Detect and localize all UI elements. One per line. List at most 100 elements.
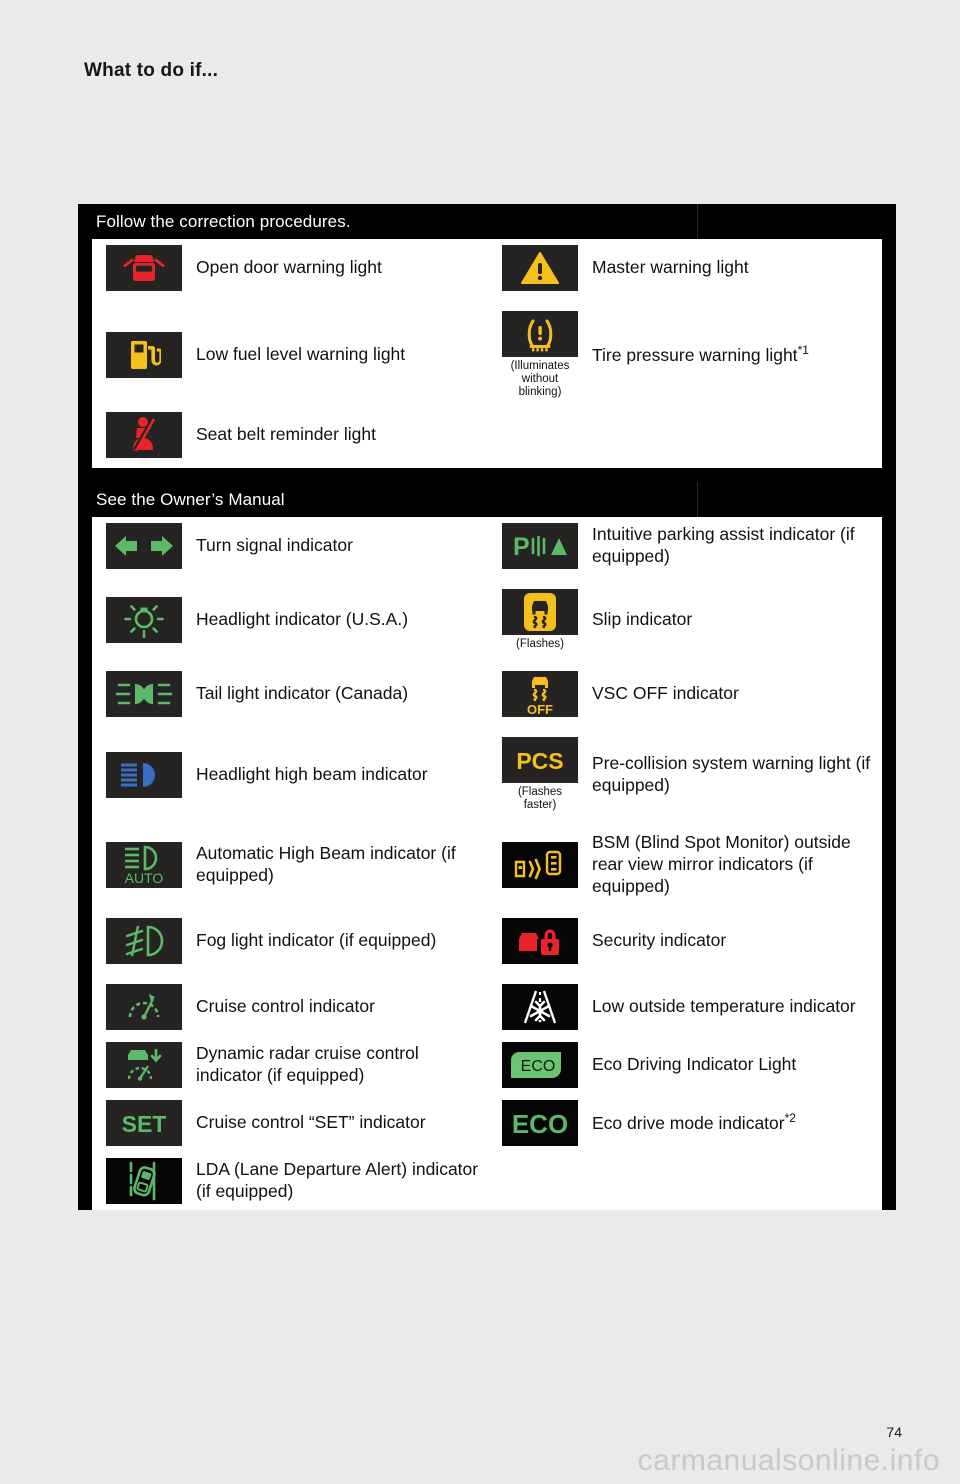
low-fuel-level-icon [106,332,182,379]
section-heading-2: See the Owner’s Manual [78,481,896,517]
automatic-high-beam-icon-cell: AUTO [92,842,196,889]
dynamic-radar-cruise-icon-cell [92,1041,196,1088]
row-label: Security indicator [592,930,727,950]
row-label: Low fuel level warning light [196,344,406,365]
watermark: carmanualsonline.info [637,1444,940,1477]
vsc-off-icon: OFF [502,670,578,717]
svg-text:ECO: ECO [512,1109,568,1138]
table-row: Headlight high beam indicator PCS (Flash… [92,736,882,812]
page-title: What to do if... [84,60,219,81]
bsm-mirror-icon-cell black [488,842,592,889]
tire-pressure-note: (Illuminates without blinking) [510,360,570,399]
row-label: Seat belt reminder light [196,423,376,444]
table-row: Headlight indicator (U.S.A.) (Flashes) S… [92,588,882,651]
row-label: LDA (Lane Departure Alert) indicator (if… [196,1159,479,1201]
row-label: Slip indicator [592,608,693,629]
vsc-off-icon-cell: OFF [488,670,592,717]
table-row: Cruise control indicator Low outside tem… [92,983,882,1030]
warning-lights-table: Follow the correction procedures. Open d… [78,204,896,1210]
row-label: Headlight high beam indicator [196,763,428,784]
svg-text:SET: SET [122,1111,167,1137]
table-row: Turn signal indicator P Intuitive parkin… [92,522,882,569]
row-label: Headlight indicator (U.S.A.) [196,608,409,629]
lda-icon [106,1157,182,1204]
turn-signal-icon [106,522,182,569]
svg-text:PCS: PCS [516,748,563,774]
slip-indicator-icon [502,588,578,635]
eco-driving-leaf-icon-cell: ECO [488,1041,592,1088]
low-fuel-level-icon-cell [92,332,196,379]
table-row: AUTO Automatic High Beam indicator (if e… [92,832,882,898]
row-label: Eco drive mode indicator*2 [592,1111,882,1135]
row-label: Fog light indicator (if equipped) [196,930,437,950]
pcs-warning-note: (Flashes faster) [517,785,563,812]
cruise-control-icon-cell [92,983,196,1030]
tail-light-canada-icon [106,670,182,717]
table-row: SET Cruise control “SET” indicator ECO E… [92,1099,882,1146]
footnote-marker: *2 [784,1111,796,1126]
row-label-text: Eco drive mode indicator [592,1112,785,1133]
row-label: Master warning light [592,257,749,278]
fog-light-icon [106,917,182,964]
row-label: VSC OFF indicator [592,682,739,703]
lda-icon-cell [92,1157,196,1204]
row-label-text: Tire pressure warning light [592,345,798,366]
section-see-the-owners-manual: See the Owner’s Manual Turn signal indic… [78,481,896,1210]
svg-text:AUTO: AUTO [125,870,164,886]
eco-driving-leaf-icon: ECO [502,1041,578,1088]
row-label: Tire pressure warning light*1 [592,343,882,367]
intuitive-parking-assist-icon-cell: P [488,522,592,569]
eco-drive-mode-icon: ECO [502,1099,578,1146]
dynamic-radar-cruise-icon [106,1041,182,1088]
table-row: Low fuel level warning light (Illuminate… [92,311,882,400]
row-label: Tail light indicator (Canada) [196,682,409,703]
headlight-high-beam-icon [106,751,182,798]
row-label: Turn signal indicator [196,534,353,555]
eco-drive-mode-icon-cell: ECO [488,1099,592,1146]
automatic-high-beam-icon: AUTO [106,842,182,889]
table-row: Dynamic radar cruise control indicator (… [92,1041,882,1088]
svg-text:OFF: OFF [527,702,553,715]
cruise-control-icon [106,983,182,1030]
open-door-warning-icon [106,245,182,291]
row-label: Intuitive parking assist indicator (if e… [592,523,855,566]
row-label: Pre-collision system warning light (if e… [592,752,871,795]
fog-light-icon-cell [92,917,196,964]
section-heading-1: Follow the correction procedures. [78,204,896,239]
row-label: Low outside temperature indicator [592,996,856,1016]
low-outside-temperature-icon [502,983,578,1030]
seat-belt-reminder-icon-cell [92,411,196,458]
tire-pressure-warning-icon-cell: (Illuminates without blinking) [488,311,592,400]
section-divider [78,467,896,482]
turn-signal-icon-cell [92,522,196,569]
page-number: 74 [886,1424,902,1440]
cruise-set-icon: SET [106,1099,182,1146]
master-warning-icon [502,245,578,291]
master-warning-icon-cell [488,245,592,291]
low-outside-temperature-icon-cell [488,983,592,1030]
intuitive-parking-assist-icon: P [502,522,578,569]
bsm-mirror-icon [502,842,578,889]
svg-text:P: P [513,533,530,561]
security-indicator-icon [502,917,578,964]
row-label: Automatic High Beam indicator (if equipp… [196,843,456,886]
tire-pressure-warning-icon [502,311,578,357]
pcs-warning-icon: PCS [502,736,578,783]
open-door-warning-icon-cell [92,245,196,291]
section-follow-the-correction-procedures: Follow the correction procedures. Open d… [78,204,896,468]
table-row: Open door warning light Master warning l… [92,245,882,291]
svg-text:ECO: ECO [521,1058,556,1075]
table-row: Seat belt reminder light [92,411,882,458]
tail-light-canada-icon-cell [92,670,196,717]
table-row: Fog light indicator (if equipped) Securi… [92,917,882,964]
slip-indicator-icon-cell: (Flashes) [488,588,592,651]
row-label: Eco Driving Indicator Light [592,1054,797,1074]
security-indicator-icon-cell [488,917,592,964]
headlight-usa-icon-cell [92,596,196,643]
row-label: Cruise control indicator [196,996,375,1016]
slip-indicator-note: (Flashes) [516,637,564,650]
table-row: LDA (Lane Departure Alert) indicator (if… [92,1157,882,1204]
row-label: Dynamic radar cruise control indicator (… [196,1043,419,1085]
headlight-usa-icon [106,596,182,643]
row-label: Cruise control “SET” indicator [196,1112,426,1132]
